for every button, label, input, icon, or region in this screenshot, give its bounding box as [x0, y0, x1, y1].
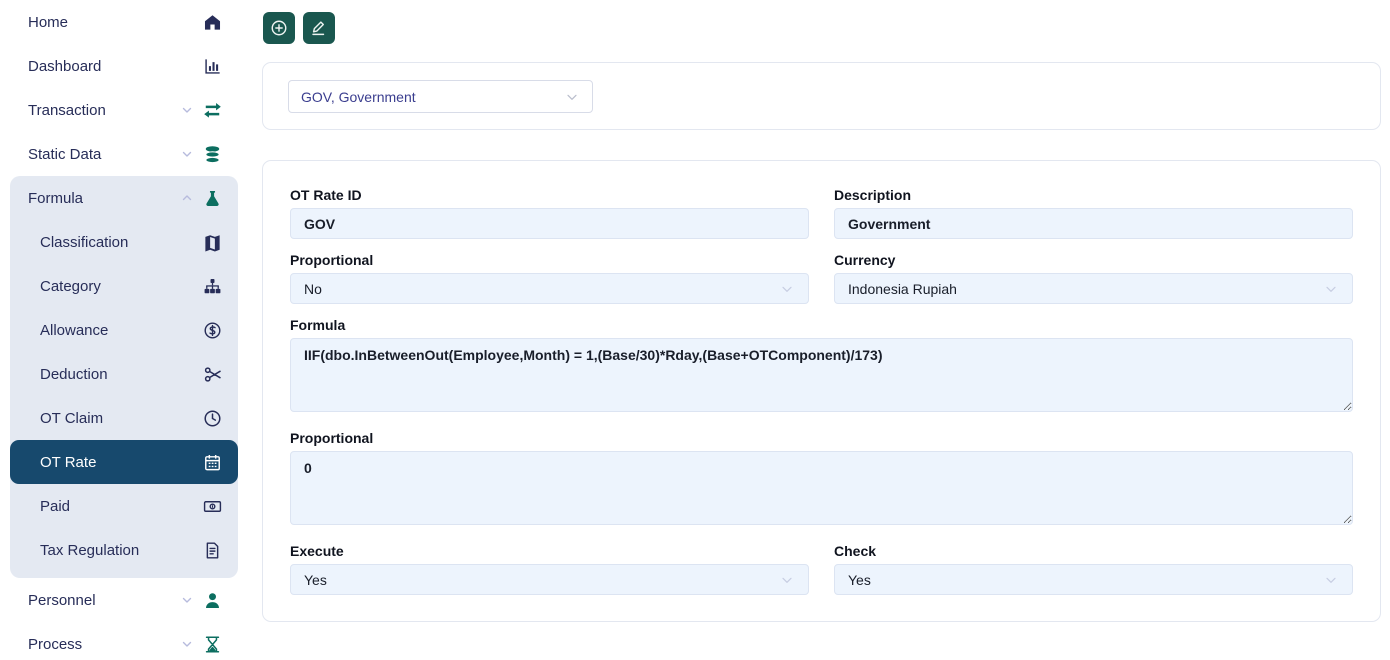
- formula-label: Formula: [290, 317, 1353, 333]
- sidebar-item-label: OT Claim: [40, 410, 203, 427]
- ot-rate-form-card: OT Rate ID Description Proportional No: [262, 160, 1381, 622]
- sidebar-item-label: Allowance: [40, 322, 203, 339]
- sidebar-item-label: Dashboard: [28, 58, 203, 75]
- sitemap-icon: [203, 277, 222, 296]
- sidebar-item-allowance[interactable]: Allowance: [10, 308, 238, 352]
- chevron-down-icon: [1323, 281, 1339, 297]
- bar-chart-icon: [203, 57, 222, 76]
- hourglass-icon: [203, 635, 222, 654]
- field-formula: Formula IIF(dbo.InBetweenOut(Employee,Mo…: [290, 317, 1353, 417]
- sidebar-item-label: Home: [28, 14, 203, 31]
- description-input[interactable]: [834, 208, 1353, 239]
- user-icon: [203, 591, 222, 610]
- money-bill-icon: [203, 497, 222, 516]
- sidebar-item-static-data[interactable]: Static Data: [0, 132, 248, 176]
- sidebar-item-label: Classification: [40, 234, 203, 251]
- chevron-up-icon: [180, 191, 194, 205]
- field-currency: Currency Indonesia Rupiah: [834, 252, 1353, 304]
- pencil-icon: [310, 19, 328, 37]
- proportional-label: Proportional: [290, 252, 809, 268]
- map-icon: [203, 233, 222, 252]
- sidebar-item-classification[interactable]: Classification: [10, 220, 238, 264]
- currency-dropdown[interactable]: Indonesia Rupiah: [834, 273, 1353, 304]
- chevron-down-icon: [779, 572, 795, 588]
- transfer-arrows-icon: [203, 101, 222, 120]
- dollar-circle-icon: [203, 321, 222, 340]
- check-label: Check: [834, 543, 1353, 559]
- sidebar-item-label: Category: [40, 278, 203, 295]
- sidebar-item-label: Deduction: [40, 366, 203, 383]
- main-content: GOV, Government OT Rate ID Description P…: [248, 0, 1390, 660]
- document-icon: [203, 541, 222, 560]
- sidebar-item-ot-claim[interactable]: OT Claim: [10, 396, 238, 440]
- ot-rate-form: OT Rate ID Description Proportional No: [263, 161, 1380, 608]
- record-selector-dropdown[interactable]: GOV, Government: [288, 80, 593, 113]
- app-window: Home Dashboard Transaction Static Data: [0, 0, 1390, 660]
- execute-dropdown[interactable]: Yes: [290, 564, 809, 595]
- sidebar-item-category[interactable]: Category: [10, 264, 238, 308]
- scissors-icon: [203, 365, 222, 384]
- chevron-down-icon: [180, 637, 194, 651]
- home-icon: [203, 13, 222, 32]
- flask-icon: [203, 189, 222, 208]
- sidebar-item-paid[interactable]: Paid: [10, 484, 238, 528]
- chevron-down-icon: [180, 103, 194, 117]
- field-check: Check Yes: [834, 543, 1353, 595]
- proportional-dropdown[interactable]: No: [290, 273, 809, 304]
- sidebar-item-label: Formula: [28, 190, 180, 207]
- field-ot-rate-id: OT Rate ID: [290, 187, 809, 239]
- check-dropdown[interactable]: Yes: [834, 564, 1353, 595]
- sidebar-formula-group: Formula Classification Category: [10, 176, 238, 578]
- formula-textarea[interactable]: IIF(dbo.InBetweenOut(Employee,Month) = 1…: [290, 338, 1353, 412]
- chevron-down-icon: [180, 147, 194, 161]
- chevron-down-icon: [1323, 572, 1339, 588]
- sidebar-item-label: Static Data: [28, 146, 180, 163]
- currency-value: Indonesia Rupiah: [848, 281, 957, 297]
- calendar-icon: [203, 453, 222, 472]
- sidebar-item-formula[interactable]: Formula: [10, 176, 238, 220]
- ot-rate-id-input[interactable]: [290, 208, 809, 239]
- proportional-textarea[interactable]: 0: [290, 451, 1353, 525]
- proportional-value-label: Proportional: [290, 430, 1353, 446]
- check-value: Yes: [848, 572, 871, 588]
- sidebar-item-process[interactable]: Process: [0, 622, 248, 660]
- field-description: Description: [834, 187, 1353, 239]
- proportional-value: No: [304, 281, 322, 297]
- database-icon: [203, 145, 222, 164]
- add-button[interactable]: [263, 12, 295, 44]
- field-proportional-value: Proportional 0: [290, 430, 1353, 530]
- chevron-down-icon: [564, 89, 580, 105]
- record-selector-card: GOV, Government: [262, 62, 1381, 130]
- sidebar-item-label: Paid: [40, 498, 203, 515]
- sidebar-item-transaction[interactable]: Transaction: [0, 88, 248, 132]
- execute-value: Yes: [304, 572, 327, 588]
- sidebar-item-ot-rate[interactable]: OT Rate: [10, 440, 238, 484]
- sidebar-item-label: Transaction: [28, 102, 180, 119]
- toolbar: [263, 12, 335, 44]
- sidebar-item-label: OT Rate: [40, 454, 203, 471]
- plus-circle-icon: [270, 19, 288, 37]
- description-label: Description: [834, 187, 1353, 203]
- sidebar-item-deduction[interactable]: Deduction: [10, 352, 238, 396]
- sidebar-item-home[interactable]: Home: [0, 0, 248, 44]
- edit-button[interactable]: [303, 12, 335, 44]
- sidebar-item-dashboard[interactable]: Dashboard: [0, 44, 248, 88]
- record-selector-value: GOV, Government: [301, 89, 416, 105]
- field-execute: Execute Yes: [290, 543, 809, 595]
- chevron-down-icon: [779, 281, 795, 297]
- sidebar-item-tax-regulation[interactable]: Tax Regulation: [10, 528, 238, 572]
- sidebar-item-personnel[interactable]: Personnel: [0, 578, 248, 622]
- clock-icon: [203, 409, 222, 428]
- sidebar-item-label: Personnel: [28, 592, 180, 609]
- ot-rate-id-label: OT Rate ID: [290, 187, 809, 203]
- sidebar-item-label: Tax Regulation: [40, 542, 203, 559]
- field-proportional-select: Proportional No: [290, 252, 809, 304]
- sidebar-item-label: Process: [28, 636, 180, 653]
- chevron-down-icon: [180, 593, 194, 607]
- sidebar: Home Dashboard Transaction Static Data: [0, 0, 248, 660]
- execute-label: Execute: [290, 543, 809, 559]
- currency-label: Currency: [834, 252, 1353, 268]
